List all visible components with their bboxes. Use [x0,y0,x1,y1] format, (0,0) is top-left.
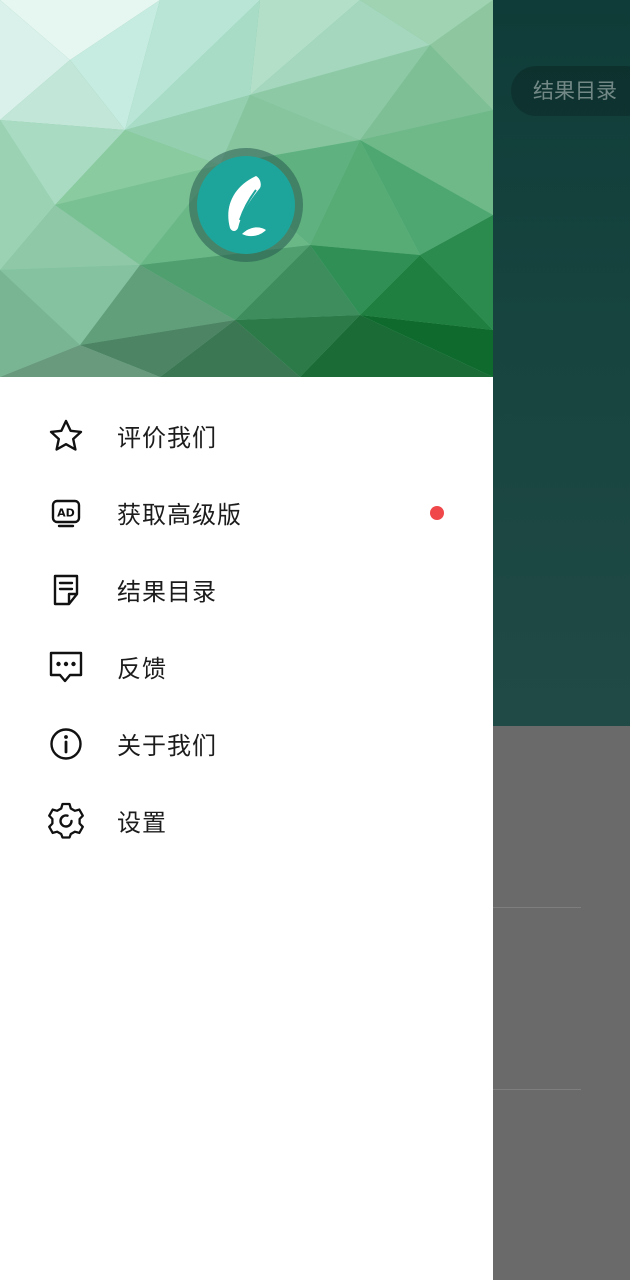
menu-item-results-directory[interactable]: 结果目录 [0,551,493,628]
drawer-menu: 评价我们 AD 获取高级版 结果目录 反馈 关于我们 设置 [0,397,493,859]
list-divider [493,1089,581,1090]
menu-label: 获取高级版 [117,501,242,529]
menu-label: 反馈 [117,655,167,683]
note-icon [47,571,85,609]
star-icon [47,417,85,455]
svg-text:AD: AD [57,506,75,519]
menu-label: 结果目录 [117,578,217,606]
menu-item-rate-us[interactable]: 评价我们 [0,397,493,474]
notification-dot [430,505,444,520]
menu-item-settings[interactable]: 设置 [0,782,493,859]
chat-bubble-icon [47,648,85,686]
info-icon [47,725,85,763]
menu-item-get-premium[interactable]: AD 获取高级版 [0,474,493,551]
app-logo [197,156,295,254]
menu-item-feedback[interactable]: 反馈 [0,628,493,705]
results-directory-button[interactable]: 结果目录 [511,66,630,116]
app-logo-ring [189,148,303,262]
menu-label: 评价我们 [117,424,217,452]
drawer-header [0,0,493,377]
menu-label: 关于我们 [117,732,217,760]
feather-leaf-icon [228,176,266,237]
gear-icon [47,802,85,840]
ad-icon: AD [47,494,85,532]
list-divider [493,907,581,908]
navigation-drawer: 评价我们 AD 获取高级版 结果目录 反馈 关于我们 设置 [0,0,493,1280]
menu-item-about-us[interactable]: 关于我们 [0,705,493,782]
menu-label: 设置 [117,809,167,837]
